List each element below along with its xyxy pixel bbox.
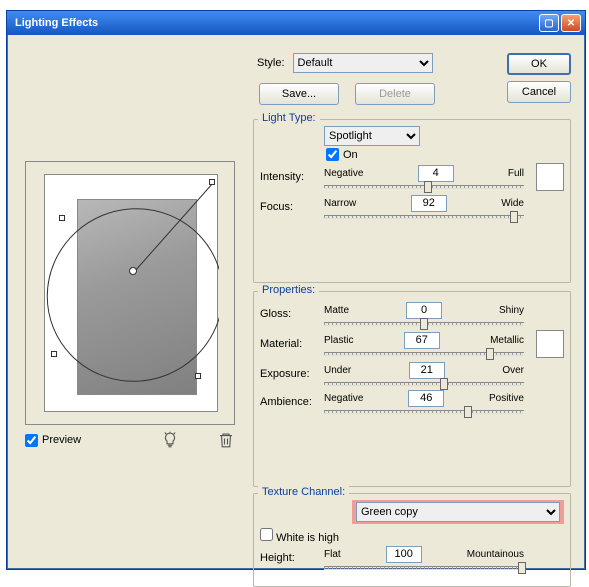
light-type-legend: Light Type: (258, 112, 320, 124)
texture-channel-select[interactable]: Green copy (356, 502, 560, 522)
ambience-slider[interactable] (324, 410, 524, 414)
focus-value[interactable]: 92 (411, 195, 447, 212)
ambience-knob[interactable] (464, 406, 472, 418)
height-slider[interactable] (324, 566, 524, 570)
height-knob[interactable] (518, 562, 526, 574)
material-slider[interactable] (324, 352, 524, 356)
texture-legend: Texture Channel: (258, 486, 349, 498)
focus-left-label: Narrow (324, 198, 356, 209)
focus-label: Focus: (260, 201, 316, 213)
light-type-group: Light Type: Spotlight On Intensity: Nega… (253, 119, 571, 283)
properties-group: Properties: Gloss: Matte 0 Shiny Materia… (253, 291, 571, 487)
intensity-knob[interactable] (424, 181, 432, 193)
preview-thumbnail (77, 199, 197, 395)
gloss-knob[interactable] (420, 318, 428, 330)
intensity-slider[interactable] (324, 185, 524, 189)
preview-area[interactable] (25, 161, 235, 425)
texture-group: Texture Channel: Green copy White is hig… (253, 493, 571, 587)
gloss-slider[interactable] (324, 322, 524, 326)
minimize-button[interactable]: ▢ (539, 14, 559, 32)
focus-knob[interactable] (510, 211, 518, 223)
delete-style-button[interactable]: Delete (355, 83, 435, 105)
material-left-label: Plastic (324, 335, 353, 346)
light-color-swatch[interactable] (536, 163, 564, 191)
ambience-left-label: Negative (324, 393, 363, 404)
trash-icon[interactable] (217, 431, 235, 449)
lightbulb-icon[interactable] (161, 431, 179, 449)
window-title: Lighting Effects (15, 17, 539, 29)
ambient-color-swatch[interactable] (536, 330, 564, 358)
light-ellipse-handle[interactable] (59, 215, 65, 221)
focus-right-label: Wide (501, 198, 524, 209)
intensity-right-label: Full (508, 168, 524, 179)
intensity-left-label: Negative (324, 168, 363, 179)
white-high-checkbox[interactable] (260, 528, 273, 541)
properties-legend: Properties: (258, 284, 319, 296)
preview-checkbox-label[interactable]: Preview (25, 434, 81, 447)
exposure-value[interactable]: 21 (409, 362, 445, 379)
save-style-button[interactable]: Save... (259, 83, 339, 105)
exposure-label: Exposure: (260, 368, 316, 380)
light-type-select[interactable]: Spotlight (324, 126, 420, 146)
height-right-label: Mountainous (467, 549, 524, 560)
intensity-label: Intensity: (260, 171, 316, 183)
material-right-label: Metallic (490, 335, 524, 346)
exposure-left-label: Under (324, 365, 351, 376)
style-select[interactable]: Default (293, 53, 433, 73)
close-button[interactable]: ✕ (561, 14, 581, 32)
light-on-checkbox[interactable] (326, 148, 339, 161)
lighting-effects-dialog: Lighting Effects ▢ ✕ Style: Default OK C… (6, 10, 586, 570)
texture-highlight: Green copy (352, 500, 564, 524)
gloss-value[interactable]: 0 (406, 302, 442, 319)
exposure-knob[interactable] (440, 378, 448, 390)
preview-label: Preview (42, 434, 81, 446)
ambience-right-label: Positive (489, 393, 524, 404)
gloss-right-label: Shiny (499, 305, 524, 316)
material-label: Material: (260, 338, 316, 350)
gloss-left-label: Matte (324, 305, 349, 316)
light-direction-handle[interactable] (209, 179, 215, 185)
style-label: Style: (257, 57, 285, 69)
intensity-value[interactable]: 4 (418, 165, 454, 182)
height-left-label: Flat (324, 549, 341, 560)
height-value[interactable]: 100 (386, 546, 422, 563)
ok-button[interactable]: OK (507, 53, 571, 75)
focus-slider[interactable] (324, 215, 524, 219)
cancel-button[interactable]: Cancel (507, 81, 571, 103)
preview-checkbox[interactable] (25, 434, 38, 447)
material-value[interactable]: 67 (404, 332, 440, 349)
light-ellipse-handle[interactable] (51, 351, 57, 357)
height-label: Height: (260, 552, 316, 564)
ambience-label: Ambience: (260, 396, 316, 408)
light-ellipse-handle[interactable] (195, 373, 201, 379)
ambience-value[interactable]: 46 (408, 390, 444, 407)
exposure-right-label: Over (502, 365, 524, 376)
exposure-slider[interactable] (324, 382, 524, 386)
material-knob[interactable] (486, 348, 494, 360)
light-on-label: On (343, 149, 358, 161)
light-center-handle[interactable] (129, 267, 137, 275)
white-high-label[interactable]: White is high (260, 532, 339, 544)
titlebar: Lighting Effects ▢ ✕ (7, 11, 585, 35)
gloss-label: Gloss: (260, 308, 316, 320)
preview-canvas[interactable] (44, 174, 218, 412)
